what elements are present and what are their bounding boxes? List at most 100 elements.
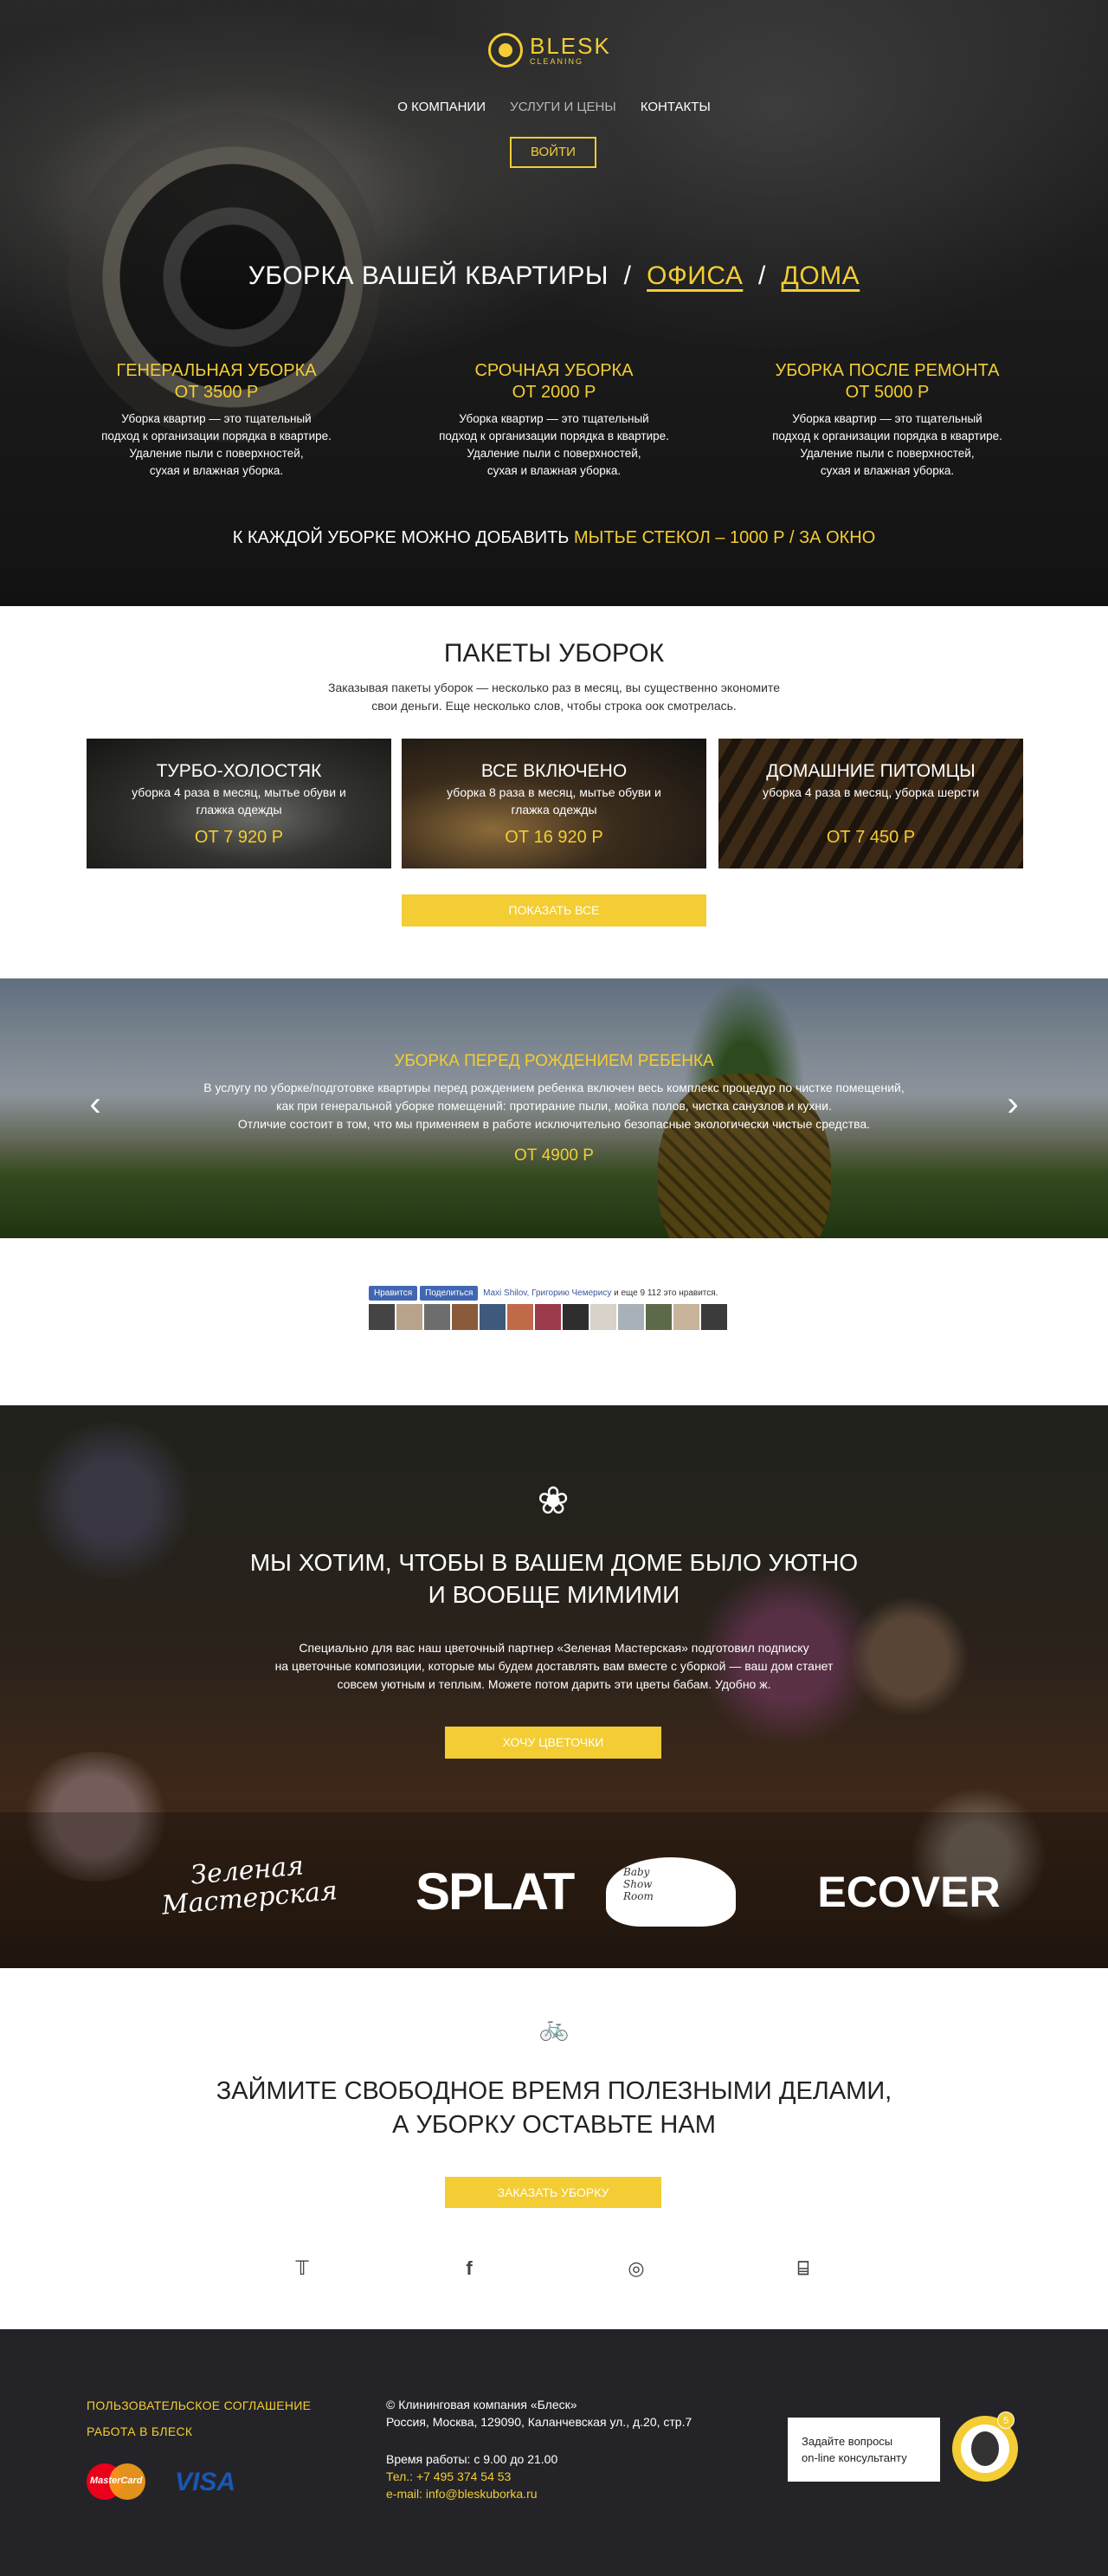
package-price: ОТ 7 920 Р (194, 828, 284, 847)
order-cleaning-button[interactable]: ЗАКАЗАТЬ УБОРКУ (445, 2177, 661, 2208)
partner-logo-line: Show (623, 1878, 653, 1890)
footer-email-label: e-mail: (386, 2487, 423, 2501)
facebook-avatar[interactable] (424, 1304, 450, 1330)
facebook-avatar[interactable] (396, 1304, 422, 1330)
facebook-avatar[interactable] (563, 1304, 589, 1330)
facebook-like-button[interactable]: Нравится (369, 1286, 418, 1301)
facebook-friend-names[interactable]: Maxi Shilov, Григорию Чемерису (483, 1288, 611, 1298)
package-desc: уборка 8 раза в месяц, мытье обуви и гла… (447, 785, 661, 817)
facebook-like-count: и еще 9 112 это нравится. (614, 1288, 718, 1298)
nav-about[interactable]: О КОМПАНИИ (397, 100, 486, 114)
footer-phone-link[interactable]: +7 495 374 54 53 (416, 2469, 511, 2483)
flowers-title-line: МЫ ХОТИМ, ЧТОБЫ В ВАШЕМ ДОМЕ БЫЛО УЮТНО (249, 1549, 859, 1576)
cta-title-line: ЗАЙМИТЕ СВОБОДНОЕ ВРЕМЯ ПОЛЕЗНЫМИ ДЕЛАМИ… (216, 2077, 892, 2105)
partner-logo-text: Baby Show Room (623, 1866, 675, 1902)
facebook-avatar[interactable] (618, 1304, 644, 1330)
footer-email: e-mail: info@bleskuborka.ru (386, 2485, 538, 2502)
note-highlight: МЫТЬЕ СТЕКОЛ – 1000 Р / ЗА ОКНО (573, 528, 876, 547)
hero-title-sep1: / (623, 261, 632, 290)
service-title: СРОЧНАЯ УБОРКА (474, 361, 634, 380)
partner-logo-splat[interactable]: SPLAT (416, 1862, 575, 1922)
slider-prev-icon[interactable]: ‹ (82, 1085, 108, 1123)
partner-logo-ecover[interactable]: ECOVER (805, 1866, 1013, 1918)
mastercard-icon: MasterCard (87, 2463, 145, 2500)
slider-next-icon[interactable]: › (1000, 1085, 1026, 1123)
service-desc-line: подход к организации порядка в квартире. (101, 429, 332, 442)
partner-logo-baby-show-room[interactable]: Baby Show Room (599, 1857, 738, 1935)
facebook-avatar[interactable] (480, 1304, 506, 1330)
footer-phone: Тел.: +7 495 374 54 53 (386, 2468, 511, 2485)
slide-text: В услугу по уборке/подготовке квартиры п… (121, 1079, 987, 1133)
service-desc-line: сухая и влажная уборка. (149, 464, 284, 477)
flowers-title: МЫ ХОТИМ, ЧТОБЫ В ВАШЕМ ДОМЕ БЫЛО УЮТНО … (0, 1546, 1108, 1611)
service-price: ОТ 2000 Р (512, 383, 596, 402)
service-desc-line: Уборка квартир — это тщательный (459, 412, 649, 425)
cta-title-line: А УБОРКУ ОСТАВЬТЕ НАМ (392, 2111, 716, 2139)
hero-office-link[interactable]: ОФИСА (647, 261, 743, 290)
facebook-avatar[interactable] (369, 1304, 395, 1330)
nav-contacts[interactable]: КОНТАКТЫ (641, 100, 711, 114)
service-desc-line: Уборка квартир — это тщательный (121, 412, 312, 425)
twitter-icon[interactable]: 𝕋 (289, 2256, 315, 2282)
package-desc: уборка 4 раза в месяц, уборка шерсти (762, 785, 980, 799)
slide-price: ОТ 4900 Р (514, 1146, 594, 1165)
package-card-turbo[interactable]: ТУРБО-ХОЛОСТЯК уборка 4 раза в месяц, мы… (87, 739, 391, 868)
cta-title: ЗАЙМИТЕ СВОБОДНОЕ ВРЕМЯ ПОЛЕЗНЫМИ ДЕЛАМИ… (0, 2075, 1108, 2142)
facebook-share-button[interactable]: Поделиться (420, 1286, 479, 1301)
facebook-icon[interactable]: f (456, 2256, 482, 2282)
packages-title: ПАКЕТЫ УБОРОК (443, 639, 665, 668)
facebook-avatar[interactable] (701, 1304, 727, 1330)
package-desc: уборка 4 раза в месяц, мытье обуви и гла… (132, 785, 346, 817)
footer-company: © Клининговая компания «Блеск» (386, 2398, 577, 2411)
partner-logo-line: Baby (623, 1866, 650, 1878)
service-price: ОТ 5000 Р (845, 383, 930, 402)
package-card-all-inclusive[interactable]: ВСЕ ВКЛЮЧЕНО уборка 8 раза в месяц, мыть… (402, 739, 706, 868)
service-urgent: СРОЧНАЯ УБОРКА ОТ 2000 Р Уборка квартир … (416, 360, 692, 480)
facebook-avatar[interactable] (452, 1304, 478, 1330)
window-cleaning-note: К КАЖДОЙ УБОРКЕ МОЖНО ДОБАВИТЬ МЫТЬЕ СТЕ… (0, 528, 1108, 548)
want-flowers-button[interactable]: ХОЧУ ЦВЕТОЧКИ (445, 1727, 661, 1759)
package-title: ВСЕ ВКЛЮЧЕНО (480, 761, 628, 781)
footer-email-link[interactable]: info@bleskuborka.ru (426, 2487, 538, 2501)
service-desc-line: сухая и влажная уборка. (820, 464, 955, 477)
show-all-button[interactable]: ПОКАЗАТЬ ВСЕ (402, 894, 706, 926)
service-title: ГЕНЕРАЛЬНАЯ УБОРКА (116, 361, 317, 380)
facebook-avatar[interactable] (590, 1304, 616, 1330)
service-desc: Уборка квартир — это тщательный подход к… (749, 410, 1026, 480)
facebook-avatar[interactable] (507, 1304, 533, 1330)
packages-subtitle-line: свои деньги. Еще несколько слов, чтобы с… (371, 699, 737, 713)
partner-logo-line: Room (623, 1890, 654, 1902)
footer-agreement-link[interactable]: ПОЛЬЗОВАТЕЛЬСКОЕ СОГЛАШЕНИЕ (87, 2398, 311, 2412)
facebook-avatar[interactable] (646, 1304, 672, 1330)
visa-icon: VISA (175, 2468, 236, 2496)
instagram-icon[interactable]: ⌸ (790, 2256, 816, 2282)
package-card-pets[interactable]: ДОМАШНИЕ ПИТОМЦЫ уборка 4 раза в месяц, … (718, 739, 1023, 868)
logo-icon (488, 33, 523, 68)
service-price: ОТ 3500 Р (174, 383, 259, 402)
logo-name: BLESK (530, 33, 611, 59)
online-consultant-prompt[interactable]: Задайте вопросы on-line консультанту (788, 2418, 940, 2482)
nav-services[interactable]: УСЛУГИ И ЦЕНЫ (510, 100, 615, 114)
bicycle-icon: 🚲 (538, 2014, 570, 2041)
chat-prompt-line: Задайте вопросы (802, 2435, 893, 2448)
flowers-text: Специально для вас наш цветочный партнер… (234, 1639, 874, 1694)
login-button[interactable]: ВОЙТИ (510, 137, 596, 168)
service-title: УБОРКА ПОСЛЕ РЕМОНТА (775, 361, 1000, 380)
slide-text-line: Отличие состоит в том, что мы применяем … (237, 1117, 871, 1131)
package-price: ОТ 16 920 Р (505, 828, 603, 847)
facebook-avatar[interactable] (535, 1304, 561, 1330)
footer-phone-label: Тел.: (386, 2469, 414, 2483)
facebook-like-row: Нравится Поделиться Maxi Shilov, Григорию… (369, 1286, 741, 1301)
chat-badge: 5 (997, 2411, 1015, 2429)
package-title: ДОМАШНИЕ ПИТОМЦЫ (766, 761, 976, 781)
slide-title: УБОРКА ПЕРЕД РОЖДЕНИЕМ РЕБЕНКА (394, 1052, 714, 1070)
service-general: ГЕНЕРАЛЬНАЯ УБОРКА ОТ 3500 Р Уборка квар… (78, 360, 355, 480)
facebook-avatar[interactable] (673, 1304, 699, 1330)
hero-home-link[interactable]: ДОМА (782, 261, 860, 290)
footer-address: Россия, Москва, 129090, Каланчевская ул.… (386, 2415, 692, 2429)
package-title: ТУРБО-ХОЛОСТЯК (156, 761, 322, 781)
logo[interactable]: BLESK CLEANING (488, 33, 611, 68)
footer-jobs-link[interactable]: РАБОТА В БЛЕСК (87, 2424, 192, 2438)
service-desc-line: Удаление пыли с поверхностей, (467, 447, 641, 460)
dribbble-icon[interactable]: ◎ (623, 2256, 649, 2282)
